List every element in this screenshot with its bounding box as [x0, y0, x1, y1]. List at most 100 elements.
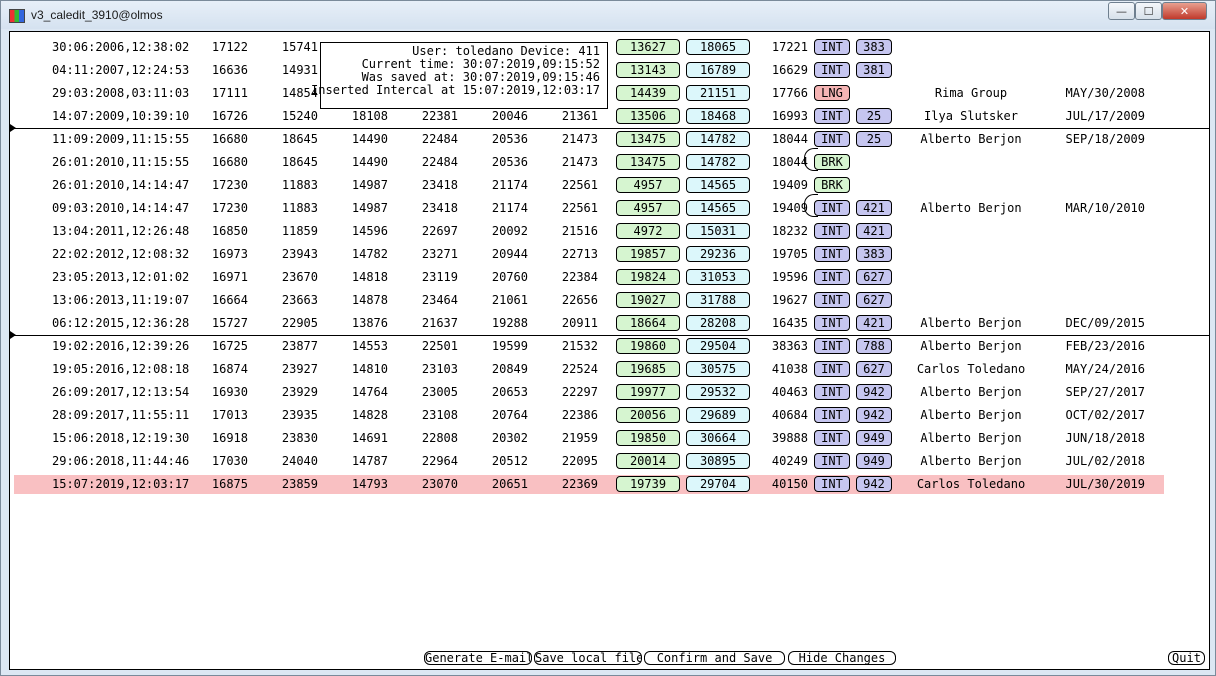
- row-type-badge[interactable]: INT: [814, 292, 850, 308]
- table-row[interactable]: 11:09:2009,11:15:55 16680 18645 14490 22484 2…: [10, 131, 1209, 148]
- row-green-value-box[interactable]: 13506: [616, 108, 680, 124]
- row-green-value-box[interactable]: 4972: [616, 223, 680, 239]
- row-cyan-value-box[interactable]: 29532: [686, 384, 750, 400]
- row-type-badge[interactable]: INT: [814, 269, 850, 285]
- table-row[interactable]: 26:09:2017,12:13:54 16930 23929 14764 23005 2…: [10, 384, 1209, 401]
- row-green-value-box[interactable]: 19824: [616, 269, 680, 285]
- row-device-number-badge[interactable]: 421: [856, 223, 892, 239]
- table-row[interactable]: 30:06:2006,12:38:02 17122 15741 17221 13627 1…: [10, 39, 1209, 56]
- table-row[interactable]: 13:06:2013,11:19:07 16664 23663 14878 23464 2…: [10, 292, 1209, 309]
- row-green-value-box[interactable]: 13475: [616, 131, 680, 147]
- row-device-number-badge[interactable]: 627: [856, 269, 892, 285]
- table-row[interactable]: 14:07:2009,10:39:10 16726 15240 18108 22381 2…: [10, 108, 1209, 125]
- row-device-number-badge[interactable]: 25: [856, 108, 892, 124]
- row-cyan-value-box[interactable]: 15031: [686, 223, 750, 239]
- table-row[interactable]: 19:05:2016,12:08:18 16874 23927 14810 23103 2…: [10, 361, 1209, 378]
- row-cyan-value-box[interactable]: 14565: [686, 200, 750, 216]
- row-cyan-value-box[interactable]: 30895: [686, 453, 750, 469]
- row-green-value-box[interactable]: 19860: [616, 338, 680, 354]
- row-cyan-value-box[interactable]: 29704: [686, 476, 750, 492]
- table-row[interactable]: 26:01:2010,14:14:47 17230 11883 14987 23418 2…: [10, 177, 1209, 194]
- table-row[interactable]: 09:03:2010,14:14:47 17230 11883 14987 23418 2…: [10, 200, 1209, 217]
- row-device-number-badge[interactable]: 383: [856, 39, 892, 55]
- table-row[interactable]: 06:12:2015,12:36:28 15727 22905 13876 21637 1…: [10, 315, 1209, 332]
- row-type-badge[interactable]: INT: [814, 223, 850, 239]
- row-device-number-badge[interactable]: 381: [856, 62, 892, 78]
- row-green-value-box[interactable]: 19850: [616, 430, 680, 446]
- row-cyan-value-box[interactable]: 16789: [686, 62, 750, 78]
- row-type-badge[interactable]: INT: [814, 246, 850, 262]
- table-row[interactable]: 26:01:2010,11:15:55 16680 18645 14490 22484 2…: [10, 154, 1209, 171]
- row-device-number-badge[interactable]: 421: [856, 315, 892, 331]
- minimize-button[interactable]: —: [1108, 2, 1135, 20]
- row-cyan-value-box[interactable]: 31788: [686, 292, 750, 308]
- row-green-value-box[interactable]: 20014: [616, 453, 680, 469]
- row-device-number-badge[interactable]: 949: [856, 430, 892, 446]
- maximize-button[interactable]: ☐: [1135, 2, 1162, 20]
- row-type-badge[interactable]: INT: [814, 338, 850, 354]
- row-device-number-badge[interactable]: 627: [856, 292, 892, 308]
- table-row[interactable]: 28:09:2017,11:55:11 17013 23935 14828 23108 2…: [10, 407, 1209, 424]
- row-device-number-badge[interactable]: 949: [856, 453, 892, 469]
- row-device-number-badge[interactable]: 942: [856, 384, 892, 400]
- row-type-badge[interactable]: INT: [814, 407, 850, 423]
- row-green-value-box[interactable]: 19739: [616, 476, 680, 492]
- row-cyan-value-box[interactable]: 14782: [686, 131, 750, 147]
- row-type-badge[interactable]: BRK: [814, 154, 850, 170]
- row-type-badge[interactable]: INT: [814, 108, 850, 124]
- row-green-value-box[interactable]: 13627: [616, 39, 680, 55]
- row-cyan-value-box[interactable]: 18065: [686, 39, 750, 55]
- hide-changes-button[interactable]: Hide Changes: [788, 651, 896, 665]
- row-green-value-box[interactable]: 19977: [616, 384, 680, 400]
- row-cyan-value-box[interactable]: 29689: [686, 407, 750, 423]
- table-row[interactable]: 29:06:2018,11:44:46 17030 24040 14787 22964 2…: [10, 453, 1209, 470]
- row-type-badge[interactable]: INT: [814, 361, 850, 377]
- row-type-badge[interactable]: INT: [814, 39, 850, 55]
- row-green-value-box[interactable]: 14439: [616, 85, 680, 101]
- row-type-badge[interactable]: INT: [814, 62, 850, 78]
- title-bar[interactable]: v3_caledit_3910@olmos — ☐ ✕: [1, 1, 1215, 29]
- row-type-badge[interactable]: INT: [814, 200, 850, 216]
- row-type-badge[interactable]: INT: [814, 453, 850, 469]
- row-cyan-value-box[interactable]: 29504: [686, 338, 750, 354]
- row-green-value-box[interactable]: 18664: [616, 315, 680, 331]
- table-row[interactable]: 29:03:2008,03:11:03 17111 14854 17766 14439 2…: [10, 85, 1209, 102]
- row-cyan-value-box[interactable]: 28208: [686, 315, 750, 331]
- table-row[interactable]: 22:02:2012,12:08:32 16973 23943 14782 23271 2…: [10, 246, 1209, 263]
- save-local-file-button[interactable]: Save local file: [534, 651, 642, 665]
- row-green-value-box[interactable]: 19685: [616, 361, 680, 377]
- table-row[interactable]: 15:07:2019,12:03:17 16875 23859 14793 23070 2…: [10, 476, 1209, 493]
- row-device-number-badge[interactable]: 421: [856, 200, 892, 216]
- row-green-value-box[interactable]: 13143: [616, 62, 680, 78]
- confirm-and-save-button[interactable]: Confirm and Save: [644, 651, 785, 665]
- quit-button[interactable]: Quit: [1168, 651, 1205, 665]
- row-green-value-box[interactable]: 19027: [616, 292, 680, 308]
- row-green-value-box[interactable]: 4957: [616, 200, 680, 216]
- row-type-badge[interactable]: INT: [814, 315, 850, 331]
- row-cyan-value-box[interactable]: 14565: [686, 177, 750, 193]
- table-row[interactable]: 15:06:2018,12:19:30 16918 23830 14691 22808 2…: [10, 430, 1209, 447]
- row-green-value-box[interactable]: 19857: [616, 246, 680, 262]
- row-type-badge[interactable]: BRK: [814, 177, 850, 193]
- row-cyan-value-box[interactable]: 21151: [686, 85, 750, 101]
- row-cyan-value-box[interactable]: 30664: [686, 430, 750, 446]
- row-green-value-box[interactable]: 13475: [616, 154, 680, 170]
- generate-email-button[interactable]: Generate E-mail: [424, 651, 532, 665]
- row-type-badge[interactable]: INT: [814, 131, 850, 147]
- row-type-badge[interactable]: INT: [814, 476, 850, 492]
- table-row[interactable]: 23:05:2013,12:01:02 16971 23670 14818 23119 2…: [10, 269, 1209, 286]
- row-cyan-value-box[interactable]: 30575: [686, 361, 750, 377]
- row-type-badge[interactable]: LNG: [814, 85, 850, 101]
- row-device-number-badge[interactable]: 942: [856, 407, 892, 423]
- row-device-number-badge[interactable]: 942: [856, 476, 892, 492]
- row-type-badge[interactable]: INT: [814, 430, 850, 446]
- row-green-value-box[interactable]: 4957: [616, 177, 680, 193]
- table-row[interactable]: 19:02:2016,12:39:26 16725 23877 14553 22501 1…: [10, 338, 1209, 355]
- row-device-number-badge[interactable]: 25: [856, 131, 892, 147]
- row-device-number-badge[interactable]: 383: [856, 246, 892, 262]
- row-cyan-value-box[interactable]: 14782: [686, 154, 750, 170]
- row-cyan-value-box[interactable]: 18468: [686, 108, 750, 124]
- row-device-number-badge[interactable]: 627: [856, 361, 892, 377]
- row-cyan-value-box[interactable]: 31053: [686, 269, 750, 285]
- row-green-value-box[interactable]: 20056: [616, 407, 680, 423]
